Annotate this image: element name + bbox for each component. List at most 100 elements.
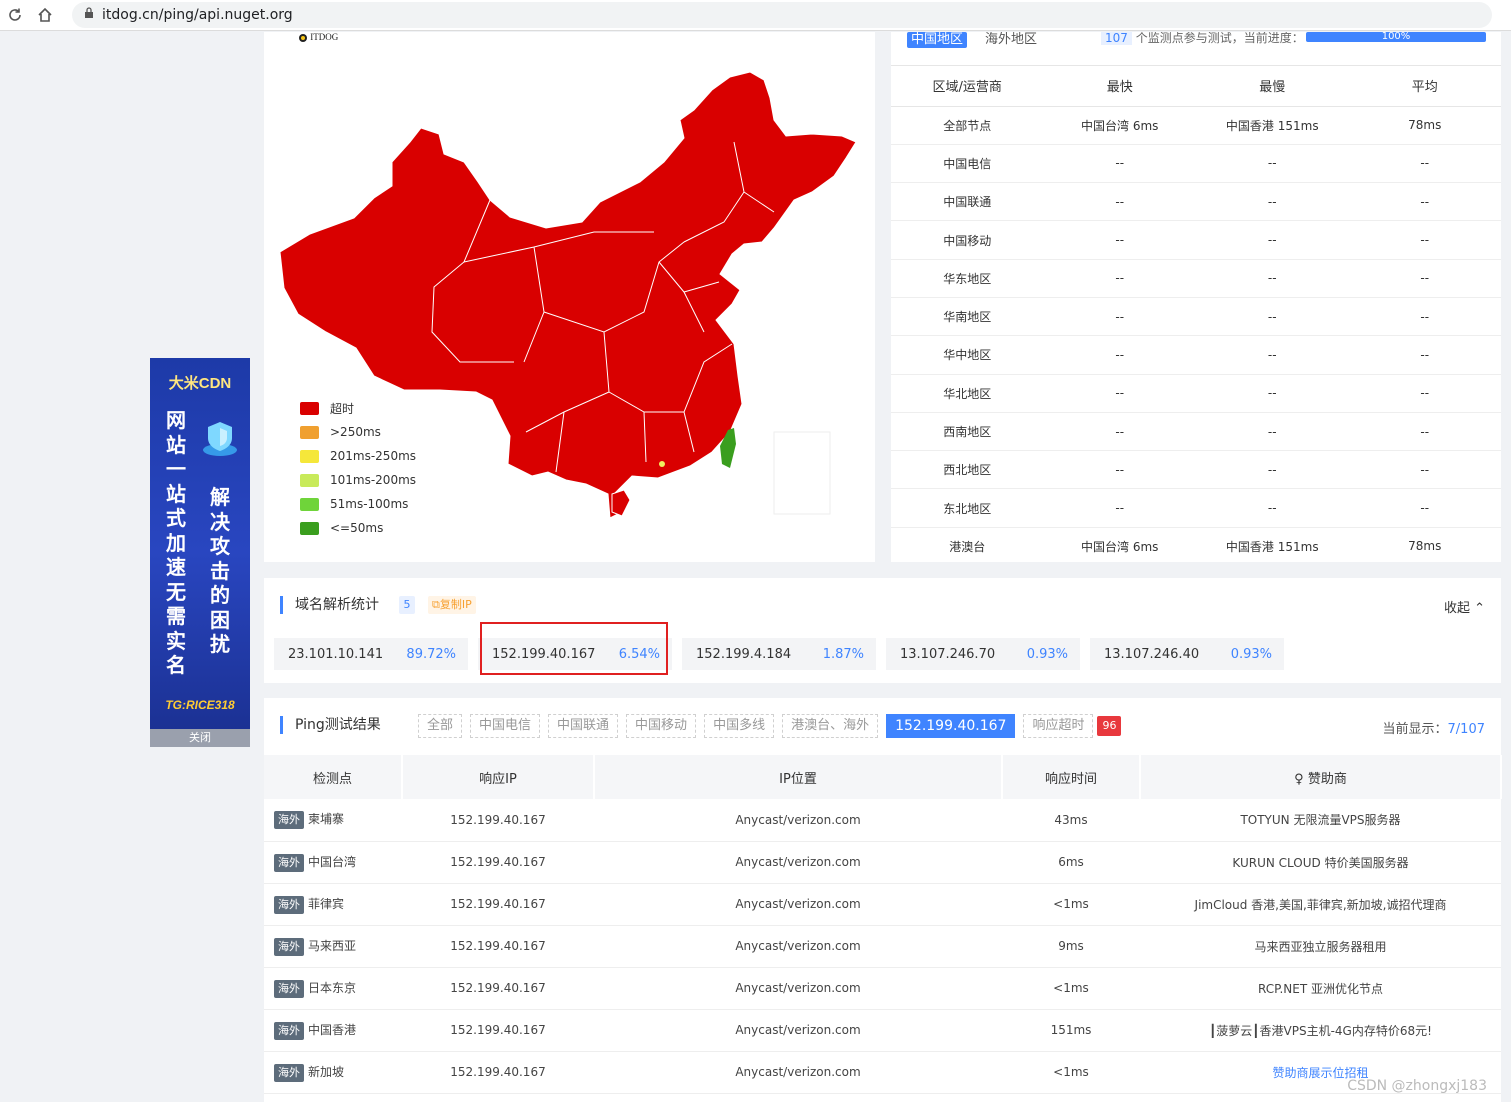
stats-row: 西北地区 -- -- -- bbox=[891, 450, 1501, 490]
progress-bar: 100% bbox=[1306, 32, 1486, 42]
legend-item[interactable]: >250ms bbox=[300, 420, 416, 444]
ping-row: 海外 柬埔寨 152.199.40.167 Anycast/verizon.com 43… bbox=[264, 799, 1501, 842]
dns-panel-title: 域名解析统计 bbox=[280, 596, 379, 614]
ip-chip[interactable]: 13.107.246.70 0.93% bbox=[886, 638, 1080, 670]
ip-percentage: 89.72% bbox=[406, 646, 456, 662]
response-ip: 152.199.40.167 bbox=[402, 1051, 594, 1094]
stats-cell: -- bbox=[1196, 144, 1349, 184]
filter-button[interactable]: 中国联通 bbox=[548, 714, 619, 738]
ip-chip[interactable]: 152.199.4.184 1.87% bbox=[682, 638, 876, 670]
collapse-button[interactable]: 收起 ⌃ bbox=[1444, 597, 1485, 616]
tab-china-region[interactable]: 中国地区 bbox=[907, 32, 968, 48]
filter-active-ip[interactable]: 152.199.40.167 bbox=[886, 714, 1016, 738]
response-time: <1ms bbox=[1002, 967, 1140, 1010]
sponsor-cell: RCP.NET 亚洲优化节点 bbox=[1140, 967, 1501, 1010]
ip-location: Anycast/verizon.com bbox=[594, 925, 1002, 968]
legend-item[interactable]: 201ms-250ms bbox=[300, 444, 416, 468]
stats-cell: -- bbox=[1348, 144, 1501, 184]
stats-cell: -- bbox=[1043, 412, 1196, 452]
filter-button[interactable]: 中国移动 bbox=[626, 714, 697, 738]
ad-char: 击 bbox=[210, 558, 230, 583]
ad-char: 困 bbox=[210, 607, 230, 632]
reload-icon[interactable] bbox=[0, 0, 30, 30]
filter-button[interactable]: 全部 bbox=[418, 714, 463, 738]
sponsor-text: 马来西亚独立服务器租用 bbox=[1254, 939, 1387, 954]
home-icon[interactable] bbox=[30, 0, 60, 30]
ping-node-cell: 海外 日本东京 bbox=[264, 967, 402, 1010]
ad-close-button[interactable]: 关闭 bbox=[150, 729, 250, 747]
ad-char: 需 bbox=[166, 604, 186, 628]
sponsor-icon: ♀ bbox=[1294, 771, 1308, 787]
filter-button[interactable]: 中国多线 bbox=[704, 714, 775, 738]
stats-cell: 华北地区 bbox=[891, 374, 1044, 413]
legend-swatch bbox=[300, 473, 319, 487]
copy-ip-button[interactable]: ⧉复制IP bbox=[428, 596, 476, 614]
stats-row: 东北地区 -- -- -- bbox=[891, 488, 1501, 528]
ad-char: 网 bbox=[166, 408, 186, 432]
ip-chip[interactable]: 13.107.246.40 0.93% bbox=[1090, 638, 1284, 670]
ping-node-cell: 海外 马来西亚 bbox=[264, 925, 402, 968]
response-ip: 152.199.40.167 bbox=[402, 967, 594, 1010]
legend-item[interactable]: 101ms-200ms bbox=[300, 468, 416, 492]
stats-cell: -- bbox=[1196, 259, 1349, 298]
filter-button[interactable]: 港澳台、海外 bbox=[782, 714, 879, 738]
stats-cell: 华中地区 bbox=[891, 335, 1044, 375]
ping-row: 海外 中国台湾 152.199.40.167 Anycast/verizon.com 6… bbox=[264, 841, 1501, 884]
node-name: 中国台湾 bbox=[308, 854, 357, 869]
stats-cell: 港澳台 bbox=[891, 527, 1044, 562]
response-ip: 152.199.40.167 bbox=[402, 1009, 594, 1052]
ping-header-cell: 响应IP bbox=[402, 755, 595, 799]
ping-node-cell: 海外 柬埔寨 bbox=[264, 799, 402, 842]
stats-row: 中国移动 -- -- -- bbox=[891, 220, 1501, 260]
legend-swatch bbox=[300, 521, 319, 535]
side-ad-banner[interactable]: 大米CDN 网站一站式加速无需实名 解决攻击的困扰 TG:RICE318 关闭 bbox=[150, 358, 250, 747]
legend-item[interactable]: 超时 bbox=[300, 396, 416, 420]
filter-timeout[interactable]: 响应超时 bbox=[1023, 714, 1094, 738]
stats-cell: -- bbox=[1043, 488, 1196, 528]
ip-address: 13.107.246.40 bbox=[1104, 646, 1200, 662]
ip-chip[interactable]: 23.101.10.141 89.72% bbox=[274, 638, 468, 670]
ip-location: Anycast/verizon.com bbox=[594, 883, 1002, 926]
tab-overseas-region[interactable]: 海外地区 bbox=[985, 32, 1037, 48]
ping-header-cell: IP位置 bbox=[594, 755, 1003, 799]
response-time: <1ms bbox=[1002, 1051, 1140, 1094]
stats-cell: 中国移动 bbox=[891, 220, 1044, 260]
stats-header-cell: 区域/运营商 bbox=[891, 66, 1044, 107]
ip-address: 23.101.10.141 bbox=[288, 646, 384, 662]
response-time: 151ms bbox=[1002, 1009, 1140, 1052]
stats-cell: -- bbox=[1196, 450, 1349, 490]
node-count-text: 107 个监测点参与测试，当前进度： bbox=[1101, 32, 1304, 45]
legend-item[interactable]: 51ms-100ms bbox=[300, 492, 416, 516]
stats-cell: -- bbox=[1043, 144, 1196, 184]
ping-row: 海外 新加坡 152.199.40.167 Anycast/verizon.com <1… bbox=[264, 1051, 1501, 1094]
ping-results-table: 检测点 响应IP IP位置 响应时间 ♀ 赞助商 海外 柬埔寨 152.199.40.167… bbox=[264, 755, 1502, 1094]
stats-header-cell: 平均 bbox=[1348, 66, 1501, 107]
ping-header-label: 赞助商 bbox=[1307, 771, 1347, 787]
stats-cell: 东北地区 bbox=[891, 488, 1044, 528]
stats-row: 中国联通 -- -- -- bbox=[891, 182, 1501, 222]
sponsor-cell: KURUN CLOUD 特价美国服务器 bbox=[1140, 841, 1501, 884]
map-panel: ITDOG 超时 >250ms 201ms-250ms 101ms-200ms 51ms… bbox=[264, 32, 875, 562]
stats-row: 华南地区 -- -- -- bbox=[891, 297, 1501, 337]
watermark: CSDN @zhongxj183 bbox=[1347, 1078, 1487, 1094]
response-ip: 152.199.40.167 bbox=[402, 925, 594, 968]
ad-char: 速 bbox=[166, 555, 186, 579]
node-name: 柬埔寨 bbox=[308, 812, 345, 827]
stats-cell: -- bbox=[1196, 335, 1349, 375]
ping-row: 海外 中国香港 152.199.40.167 Anycast/verizon.com 1… bbox=[264, 1009, 1501, 1052]
stats-cell: -- bbox=[1348, 297, 1501, 337]
stats-cell: 中国香港 151ms bbox=[1196, 106, 1349, 145]
legend-item[interactable]: <=50ms bbox=[300, 516, 416, 540]
ip-address: 152.199.4.184 bbox=[696, 646, 792, 662]
address-bar[interactable]: itdog.cn/ping/api.nuget.org bbox=[72, 2, 1492, 28]
filter-button[interactable]: 中国电信 bbox=[470, 714, 541, 738]
stats-cell: -- bbox=[1348, 488, 1501, 528]
ad-char: 站 bbox=[166, 481, 186, 506]
stats-row: 全部节点 中国台湾 6ms 中国香港 151ms 78ms bbox=[891, 106, 1501, 145]
stats-cell: 华南地区 bbox=[891, 297, 1044, 337]
ping-node-cell: 海外 菲律宾 bbox=[264, 883, 402, 926]
stats-header-cell: 最快 bbox=[1043, 66, 1196, 107]
stats-cell: -- bbox=[1043, 259, 1196, 298]
stats-cell: -- bbox=[1196, 182, 1349, 222]
ad-char: 决 bbox=[210, 509, 230, 534]
